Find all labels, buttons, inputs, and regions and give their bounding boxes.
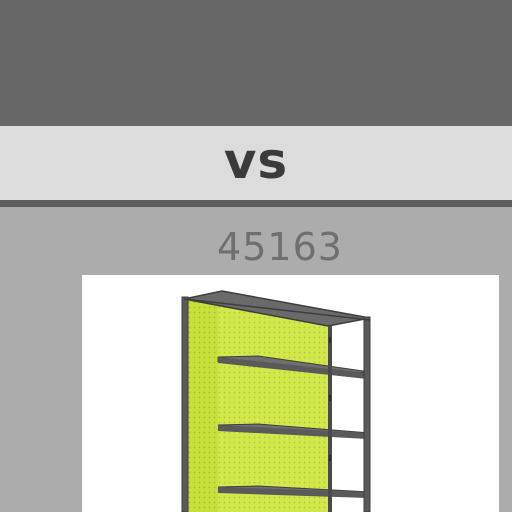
left-upright	[181, 296, 189, 512]
top-band	[0, 0, 512, 126]
product-image[interactable]	[82, 275, 499, 512]
side-panel	[184, 297, 218, 512]
back-upright	[328, 326, 332, 512]
vs-label: vs	[223, 132, 289, 190]
right-upright	[363, 316, 371, 512]
back-panel	[218, 297, 328, 512]
item-number: 45163	[217, 225, 343, 269]
divider	[0, 200, 512, 207]
vs-banner: vs	[0, 126, 512, 200]
bookshelf-image	[181, 290, 371, 512]
